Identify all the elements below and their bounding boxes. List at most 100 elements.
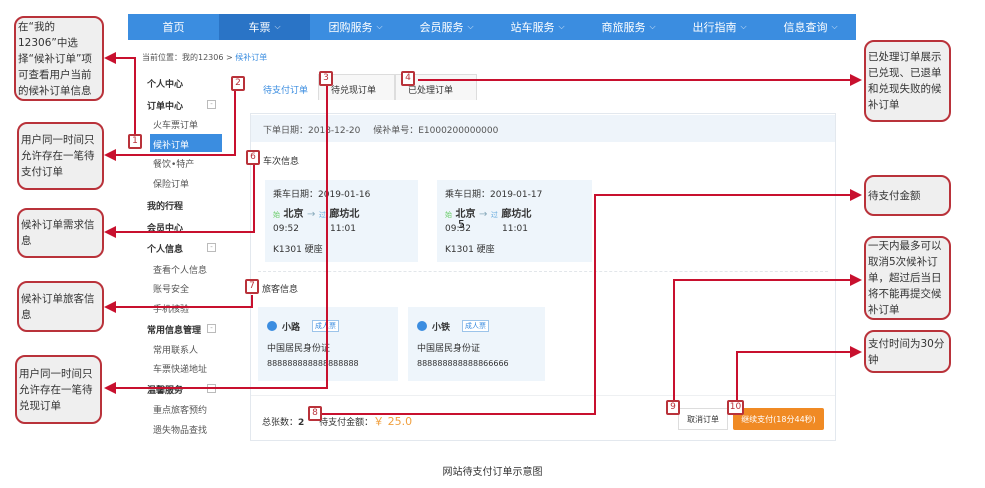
nav-label: 会员服务 <box>419 21 464 34</box>
sidebar-insurance[interactable]: 保险订单 <box>153 177 189 190</box>
departure-time: 09:52 <box>273 224 299 234</box>
order-date-label: 下单日期： <box>263 126 309 136</box>
marker-4: 4 <box>401 71 415 86</box>
train-section-title: 车次信息 <box>263 157 300 167</box>
marker-8: 8 <box>308 406 322 421</box>
sidebar-order-center[interactable]: 订单中心 <box>147 99 183 112</box>
id-number: 888888888888866666 <box>417 359 509 368</box>
route: 始 北京 → 过 廊坊北 <box>273 209 360 220</box>
divider <box>258 271 828 272</box>
marker-2: 2 <box>231 76 245 91</box>
nav-home[interactable]: 首页 <box>128 14 219 40</box>
sidebar-priority[interactable]: 重点旅客预约 <box>153 403 207 416</box>
sidebar-member-center[interactable]: 会员中心 <box>147 221 183 234</box>
breadcrumb-current: 候补订单 <box>235 53 268 62</box>
sidebar-catering[interactable]: 餐饮•特产 <box>153 157 194 170</box>
continue-pay-button[interactable]: 继续支付(18分44秒) <box>733 408 824 430</box>
callout-passenger-info: 候补订单旅客信息 <box>17 281 104 332</box>
nav-label: 站车服务 <box>510 21 555 34</box>
train-card: 乘车日期：2019-01-16 始 北京 → 过 廊坊北 09:52 11:01… <box>265 180 418 262</box>
nav-label: 首页 <box>162 21 185 34</box>
nav-business[interactable]: 商旅服务 ⌵ <box>583 14 674 40</box>
sidebar-contacts[interactable]: 常用联系人 <box>153 343 198 356</box>
nav-group[interactable]: 团购服务 ⌵ <box>310 14 401 40</box>
collapse-icon[interactable]: - <box>207 384 216 393</box>
ticket-count: 2 <box>298 418 305 428</box>
passenger-section-title: 旅客信息 <box>262 285 299 295</box>
passenger-card: 小铁 成人票 中国居民身份证 888888888888866666 <box>408 307 545 381</box>
sidebar-view-info[interactable]: 查看个人信息 <box>153 263 207 276</box>
nav-label: 信息查询 <box>783 21 828 34</box>
chevron-down-icon: ⌵ <box>649 22 656 31</box>
sidebar-account-security[interactable]: 账号安全 <box>153 282 189 295</box>
sidebar-personal-info[interactable]: 个人信息 <box>147 242 183 255</box>
chevron-down-icon: ⌵ <box>467 22 474 31</box>
order-date: 2018-12-20 <box>308 126 361 136</box>
order-panel <box>250 113 836 441</box>
sidebar-lost-found[interactable]: 遗失物品查找 <box>153 423 207 436</box>
chevron-down-icon: ⌵ <box>376 22 383 31</box>
sidebar-personal-center[interactable]: 个人中心 <box>147 77 183 90</box>
tab-pending-payment[interactable]: 待支付订单 <box>250 74 318 100</box>
chevron-down-icon: ⌵ <box>274 22 281 31</box>
order-header: 下单日期：2018-12-20 候补单号：E1000200000000 <box>251 115 835 142</box>
marker-7: 7 <box>245 279 259 294</box>
order-footer: 总张数：2 待支付金额：￥ 25.0 <box>262 413 412 429</box>
order-no: E1000200000000 <box>418 126 499 136</box>
breadcrumb-path[interactable]: 当前位置：我的12306 > <box>142 53 235 62</box>
callout-pay-time: 支付时间为30分钟 <box>864 330 951 373</box>
callout-one-pending-payment: 用户同一时间只允许存在一笔待支付订单 <box>17 122 104 190</box>
sidebar-care-service[interactable]: 温馨服务 <box>147 383 183 396</box>
nav-label: 商旅服务 <box>601 21 646 34</box>
sidebar-address[interactable]: 车票快递地址 <box>153 362 207 375</box>
arrival-time: 11:01 <box>330 224 356 234</box>
sidebar-common-info[interactable]: 常用信息管理 <box>147 323 201 336</box>
callout-processed-orders: 已处理订单展示已兑现、已退单和兑现失败的候补订单 <box>864 40 951 122</box>
amount-label: 待支付金额： <box>319 418 374 428</box>
collapse-icon[interactable]: - <box>207 324 216 333</box>
nav-member[interactable]: 会员服务 ⌵ <box>401 14 492 40</box>
nav-query[interactable]: 信息查询 ⌵ <box>765 14 856 40</box>
ride-date: 乘车日期：2019-01-17 <box>445 190 543 200</box>
id-type: 中国居民身份证 <box>267 344 331 354</box>
ride-date: 乘车日期：2019-01-16 <box>273 190 371 200</box>
callout-demand-info: 候补订单需求信息 <box>17 208 104 258</box>
sidebar-my-trips[interactable]: 我的行程 <box>147 199 183 212</box>
marker-10: 10 <box>727 400 744 415</box>
order-no-label: 候补单号： <box>373 126 419 136</box>
chevron-down-icon: ⌵ <box>740 22 747 31</box>
nav-label: 车票 <box>248 21 271 34</box>
passenger-name: 小铁 <box>432 323 451 333</box>
train-number: K1301 硬座 <box>273 245 323 255</box>
nav-guide[interactable]: 出行指南 ⌵ <box>674 14 765 40</box>
marker-5: 5 <box>458 218 465 231</box>
collapse-icon[interactable]: - <box>207 243 216 252</box>
nav-tickets[interactable]: 车票 ⌵ <box>219 14 310 40</box>
ticket-type-badge: 成人票 <box>312 320 339 332</box>
marker-9: 9 <box>666 400 680 415</box>
top-nav: 首页 车票 ⌵ 团购服务 ⌵ 会员服务 ⌵ 站车服务 ⌵ 商旅服务 ⌵ 出行指南 ⌵ 信息查… <box>128 14 856 40</box>
callout-cancel-limit: 一天内最多可以取消5次候补订单，超过后当日将不能再提交候补订单 <box>864 236 951 320</box>
id-number: 888888888888888888 <box>267 359 359 368</box>
marker-6: 6 <box>246 150 260 165</box>
nav-label: 团购服务 <box>328 21 373 34</box>
sidebar-train-orders[interactable]: 火车票订单 <box>153 118 198 131</box>
marker-1: 1 <box>128 134 142 149</box>
train-number: K1301 硬座 <box>445 245 495 255</box>
nav-station[interactable]: 站车服务 ⌵ <box>492 14 583 40</box>
nav-label: 出行指南 <box>692 21 737 34</box>
sidebar-phone-verify[interactable]: 手机核验 <box>153 302 189 315</box>
callout-one-pending-fulfill: 用户同一时间只允许存在一笔待兑现订单 <box>15 355 102 424</box>
footer-divider <box>251 395 835 396</box>
id-type: 中国居民身份证 <box>417 344 481 354</box>
passenger-name: 小路 <box>282 323 301 333</box>
breadcrumb: 当前位置：我的12306 > 候补订单 <box>142 52 267 63</box>
ticket-type-badge: 成人票 <box>462 320 489 332</box>
sidebar-waitlist-orders[interactable]: 候补订单 <box>150 134 222 152</box>
cancel-order-button[interactable]: 取消订单 <box>678 408 728 430</box>
arrival-time: 11:01 <box>502 224 528 234</box>
figure-caption: 网站待支付订单示意图 <box>442 467 543 478</box>
chevron-down-icon: ⌵ <box>558 22 565 31</box>
collapse-icon[interactable]: - <box>207 100 216 109</box>
chevron-down-icon: ⌵ <box>831 22 838 31</box>
